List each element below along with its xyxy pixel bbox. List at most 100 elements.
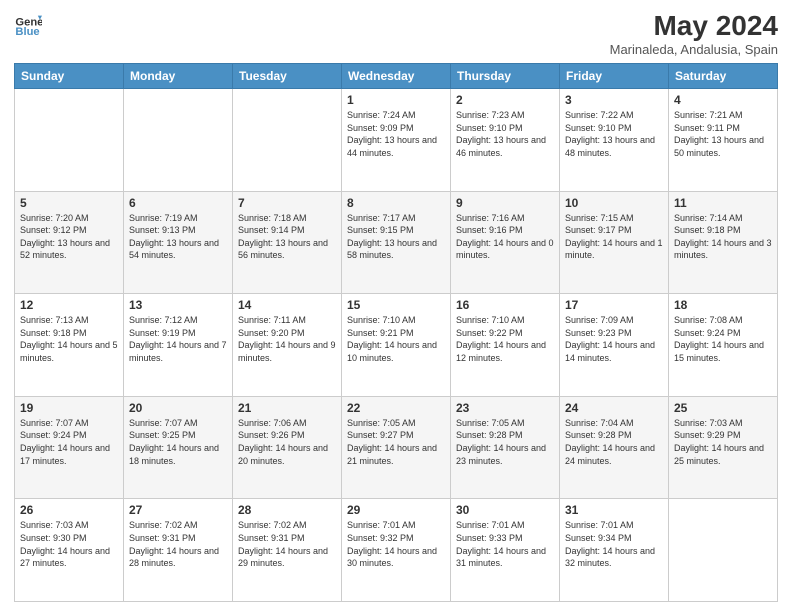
calendar-cell-5-7 xyxy=(669,499,778,602)
day-number: 7 xyxy=(238,196,336,210)
day-number: 25 xyxy=(674,401,772,415)
day-info: Sunrise: 7:12 AMSunset: 9:19 PMDaylight:… xyxy=(129,314,227,364)
calendar-cell-1-5: 2 Sunrise: 7:23 AMSunset: 9:10 PMDaylight… xyxy=(451,89,560,192)
day-info: Sunrise: 7:22 AMSunset: 9:10 PMDaylight:… xyxy=(565,109,663,159)
header-monday: Monday xyxy=(124,64,233,89)
day-info: Sunrise: 7:15 AMSunset: 9:17 PMDaylight:… xyxy=(565,212,663,262)
day-number: 2 xyxy=(456,93,554,107)
header-thursday: Thursday xyxy=(451,64,560,89)
day-number: 21 xyxy=(238,401,336,415)
day-info: Sunrise: 7:03 AMSunset: 9:30 PMDaylight:… xyxy=(20,519,118,569)
day-info: Sunrise: 7:08 AMSunset: 9:24 PMDaylight:… xyxy=(674,314,772,364)
calendar-cell-5-3: 28Sunrise: 7:02 AMSunset: 9:31 PMDayligh… xyxy=(233,499,342,602)
day-number: 9 xyxy=(456,196,554,210)
header-sunday: Sunday xyxy=(15,64,124,89)
calendar-cell-4-4: 22 Sunrise: 7:05 AMSunset: 9:27 PMDayligh… xyxy=(342,396,451,499)
day-info: Sunrise: 7:21 AMSunset: 9:11 PMDaylight:… xyxy=(674,109,772,159)
day-info: Sunrise: 7:07 AMSunset: 9:24 PMDaylight:… xyxy=(20,417,118,467)
calendar-week-2: 5 Sunrise: 7:20 AMSunset: 9:12 PMDaylight… xyxy=(15,191,778,294)
day-info: Sunrise: 7:05 AMSunset: 9:28 PMDaylight:… xyxy=(456,417,554,467)
calendar-cell-2-7: 11 Sunrise: 7:14 AMSunset: 9:18 PMDayligh… xyxy=(669,191,778,294)
calendar-cell-2-1: 5 Sunrise: 7:20 AMSunset: 9:12 PMDaylight… xyxy=(15,191,124,294)
calendar-cell-2-2: 6 Sunrise: 7:19 AMSunset: 9:13 PMDaylight… xyxy=(124,191,233,294)
day-info: Sunrise: 7:06 AMSunset: 9:26 PMDaylight:… xyxy=(238,417,336,467)
day-info: Sunrise: 7:01 AMSunset: 9:32 PMDaylight:… xyxy=(347,519,445,569)
day-number: 26 xyxy=(20,503,118,517)
calendar-cell-5-5: 30Sunrise: 7:01 AMSunset: 9:33 PMDayligh… xyxy=(451,499,560,602)
day-number: 19 xyxy=(20,401,118,415)
calendar-cell-5-1: 26 Sunrise: 7:03 AMSunset: 9:30 PMDayligh… xyxy=(15,499,124,602)
day-number: 5 xyxy=(20,196,118,210)
day-info: Sunrise: 7:16 AMSunset: 9:16 PMDaylight:… xyxy=(456,212,554,262)
calendar-cell-5-2: 27 Sunrise: 7:02 AMSunset: 9:31 PMDayligh… xyxy=(124,499,233,602)
title-block: May 2024 Marinaleda, Andalusia, Spain xyxy=(610,10,778,57)
calendar-week-4: 19 Sunrise: 7:07 AMSunset: 9:24 PMDayligh… xyxy=(15,396,778,499)
day-info: Sunrise: 7:24 AMSunset: 9:09 PMDaylight:… xyxy=(347,109,445,159)
calendar-cell-1-7: 4 Sunrise: 7:21 AMSunset: 9:11 PMDaylight… xyxy=(669,89,778,192)
day-info: Sunrise: 7:02 AMSunset: 9:31 PMDaylight:… xyxy=(238,519,336,569)
day-number: 20 xyxy=(129,401,227,415)
day-number: 3 xyxy=(565,93,663,107)
day-number: 27 xyxy=(129,503,227,517)
weekday-header-row: Sunday Monday Tuesday Wednesday Thursday… xyxy=(15,64,778,89)
day-number: 6 xyxy=(129,196,227,210)
calendar-title: May 2024 xyxy=(610,10,778,42)
calendar-week-3: 12 Sunrise: 7:13 AMSunset: 9:18 PMDayligh… xyxy=(15,294,778,397)
calendar-cell-3-7: 18 Sunrise: 7:08 AMSunset: 9:24 PMDayligh… xyxy=(669,294,778,397)
day-number: 4 xyxy=(674,93,772,107)
day-info: Sunrise: 7:19 AMSunset: 9:13 PMDaylight:… xyxy=(129,212,227,262)
calendar-cell-2-3: 7 Sunrise: 7:18 AMSunset: 9:14 PMDaylight… xyxy=(233,191,342,294)
calendar-cell-1-3 xyxy=(233,89,342,192)
day-number: 16 xyxy=(456,298,554,312)
day-info: Sunrise: 7:20 AMSunset: 9:12 PMDaylight:… xyxy=(20,212,118,262)
day-info: Sunrise: 7:14 AMSunset: 9:18 PMDaylight:… xyxy=(674,212,772,262)
calendar-cell-2-6: 10 Sunrise: 7:15 AMSunset: 9:17 PMDayligh… xyxy=(560,191,669,294)
day-number: 24 xyxy=(565,401,663,415)
logo-icon: General Blue xyxy=(14,10,42,38)
header-saturday: Saturday xyxy=(669,64,778,89)
calendar-week-1: 1Sunrise: 7:24 AMSunset: 9:09 PMDaylight… xyxy=(15,89,778,192)
day-info: Sunrise: 7:11 AMSunset: 9:20 PMDaylight:… xyxy=(238,314,336,364)
day-number: 18 xyxy=(674,298,772,312)
day-info: Sunrise: 7:07 AMSunset: 9:25 PMDaylight:… xyxy=(129,417,227,467)
calendar-cell-4-5: 23Sunrise: 7:05 AMSunset: 9:28 PMDayligh… xyxy=(451,396,560,499)
day-info: Sunrise: 7:23 AMSunset: 9:10 PMDaylight:… xyxy=(456,109,554,159)
day-number: 31 xyxy=(565,503,663,517)
calendar-cell-3-3: 14 Sunrise: 7:11 AMSunset: 9:20 PMDayligh… xyxy=(233,294,342,397)
day-number: 12 xyxy=(20,298,118,312)
header: General Blue May 2024 Marinaleda, Andalu… xyxy=(14,10,778,57)
day-info: Sunrise: 7:09 AMSunset: 9:23 PMDaylight:… xyxy=(565,314,663,364)
calendar-cell-1-2 xyxy=(124,89,233,192)
calendar-cell-3-6: 17 Sunrise: 7:09 AMSunset: 9:23 PMDayligh… xyxy=(560,294,669,397)
day-info: Sunrise: 7:05 AMSunset: 9:27 PMDaylight:… xyxy=(347,417,445,467)
day-info: Sunrise: 7:10 AMSunset: 9:22 PMDaylight:… xyxy=(456,314,554,364)
calendar-cell-1-1 xyxy=(15,89,124,192)
day-number: 11 xyxy=(674,196,772,210)
calendar-subtitle: Marinaleda, Andalusia, Spain xyxy=(610,42,778,57)
day-number: 10 xyxy=(565,196,663,210)
day-number: 13 xyxy=(129,298,227,312)
calendar-cell-2-5: 9 Sunrise: 7:16 AMSunset: 9:16 PMDaylight… xyxy=(451,191,560,294)
calendar-week-5: 26 Sunrise: 7:03 AMSunset: 9:30 PMDayligh… xyxy=(15,499,778,602)
header-friday: Friday xyxy=(560,64,669,89)
calendar-cell-4-3: 21 Sunrise: 7:06 AMSunset: 9:26 PMDayligh… xyxy=(233,396,342,499)
day-info: Sunrise: 7:04 AMSunset: 9:28 PMDaylight:… xyxy=(565,417,663,467)
day-number: 14 xyxy=(238,298,336,312)
calendar-cell-3-4: 15Sunrise: 7:10 AMSunset: 9:21 PMDayligh… xyxy=(342,294,451,397)
calendar-body: 1Sunrise: 7:24 AMSunset: 9:09 PMDaylight… xyxy=(15,89,778,602)
day-info: Sunrise: 7:17 AMSunset: 9:15 PMDaylight:… xyxy=(347,212,445,262)
calendar-cell-3-5: 16 Sunrise: 7:10 AMSunset: 9:22 PMDayligh… xyxy=(451,294,560,397)
page: General Blue May 2024 Marinaleda, Andalu… xyxy=(0,0,792,612)
day-number: 8 xyxy=(347,196,445,210)
calendar-cell-5-6: 31Sunrise: 7:01 AMSunset: 9:34 PMDayligh… xyxy=(560,499,669,602)
day-info: Sunrise: 7:13 AMSunset: 9:18 PMDaylight:… xyxy=(20,314,118,364)
day-info: Sunrise: 7:18 AMSunset: 9:14 PMDaylight:… xyxy=(238,212,336,262)
day-number: 29 xyxy=(347,503,445,517)
calendar-cell-1-6: 3 Sunrise: 7:22 AMSunset: 9:10 PMDaylight… xyxy=(560,89,669,192)
header-wednesday: Wednesday xyxy=(342,64,451,89)
day-info: Sunrise: 7:02 AMSunset: 9:31 PMDaylight:… xyxy=(129,519,227,569)
calendar-cell-3-2: 13 Sunrise: 7:12 AMSunset: 9:19 PMDayligh… xyxy=(124,294,233,397)
day-number: 17 xyxy=(565,298,663,312)
day-number: 22 xyxy=(347,401,445,415)
calendar-cell-5-4: 29 Sunrise: 7:01 AMSunset: 9:32 PMDayligh… xyxy=(342,499,451,602)
